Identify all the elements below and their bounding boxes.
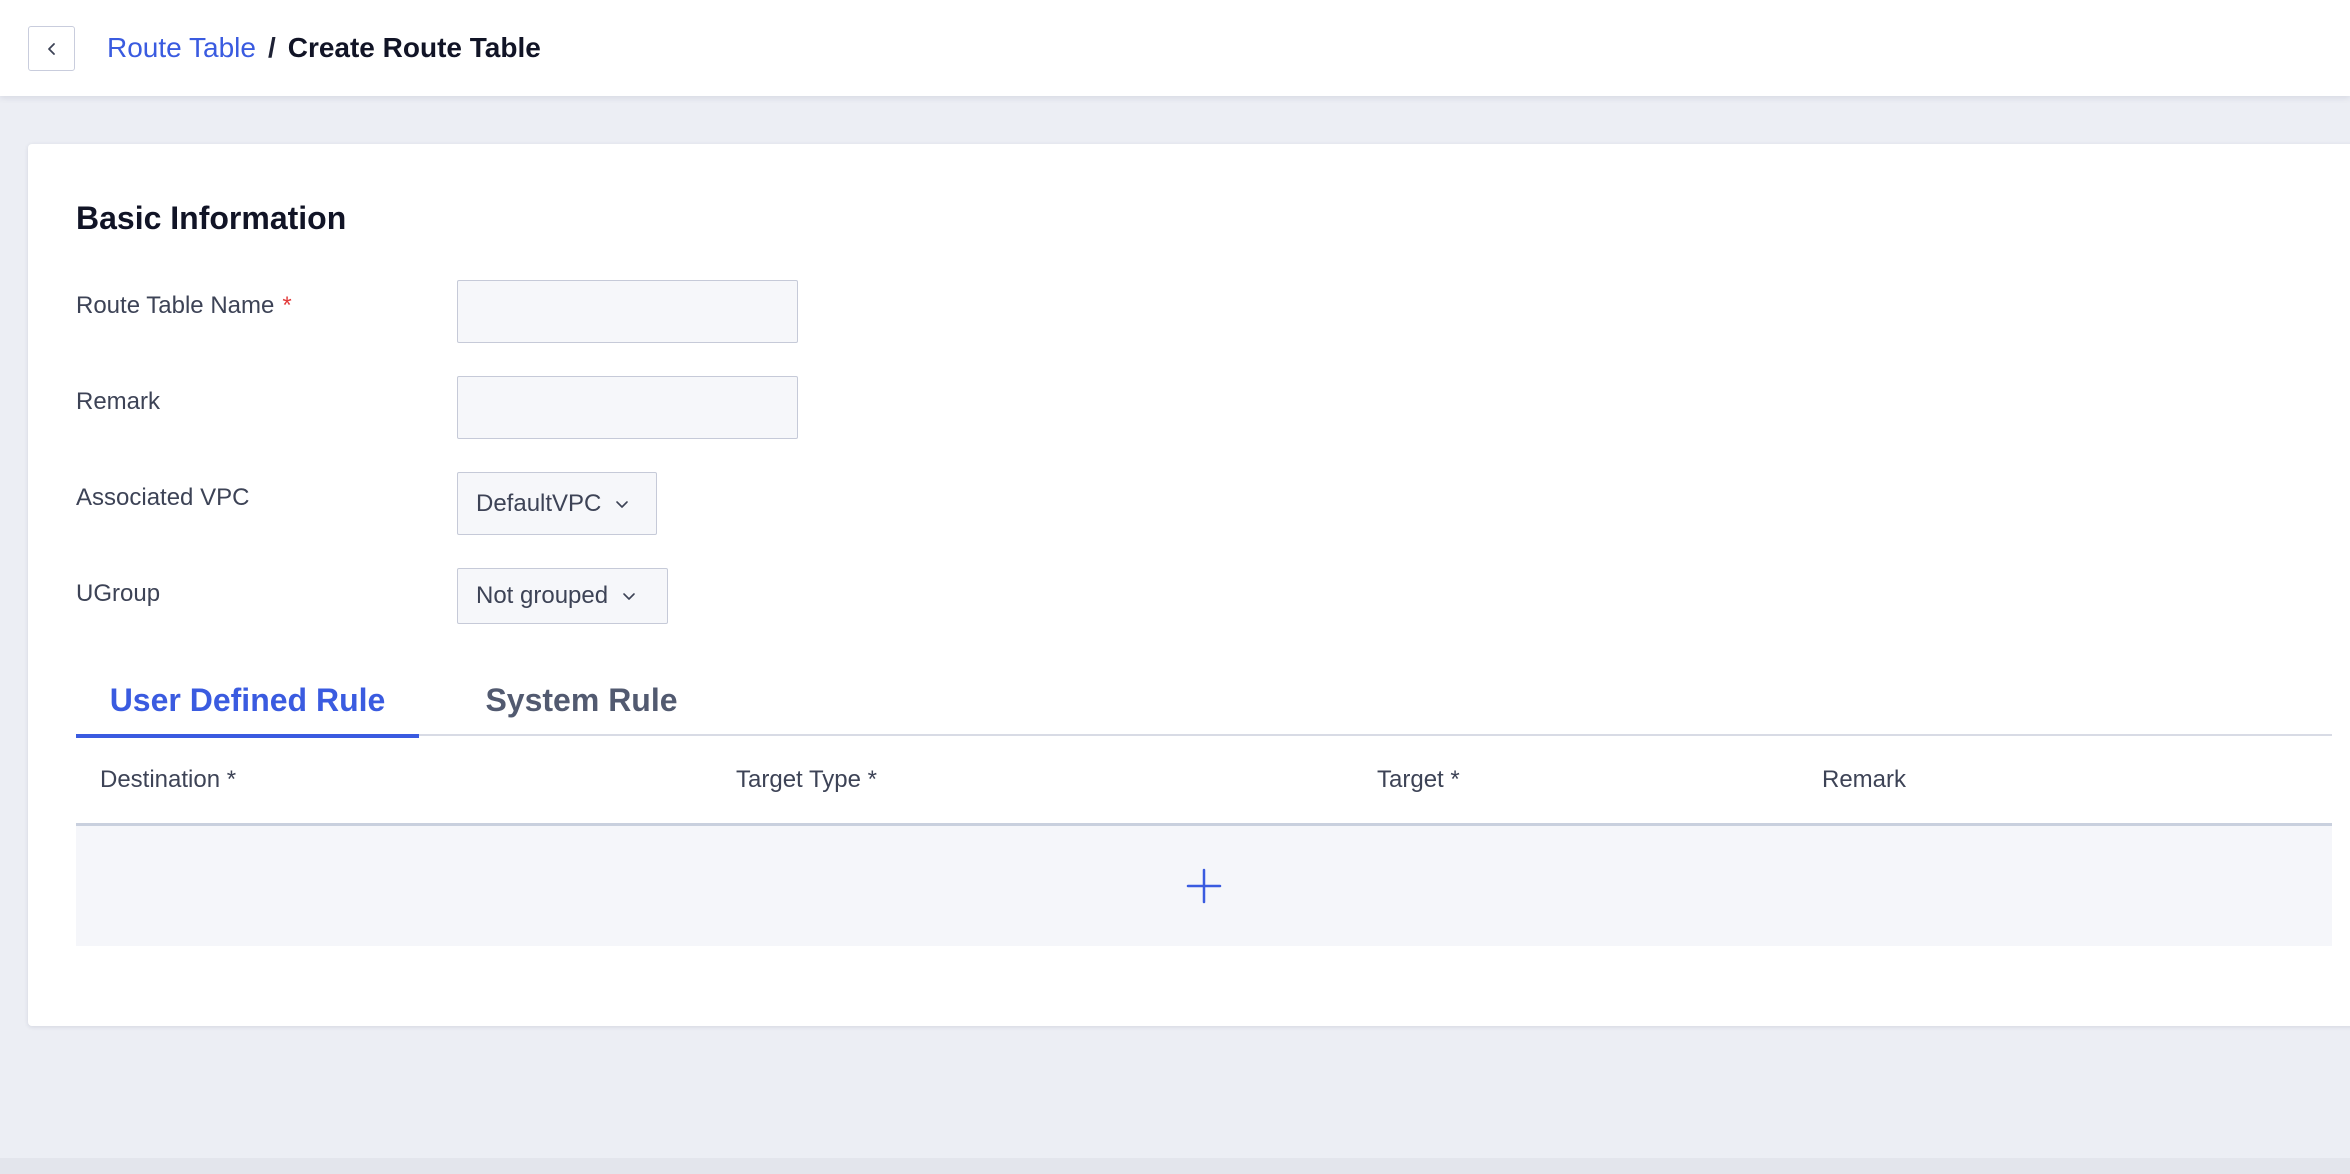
column-destination: Destination * (100, 766, 237, 793)
route-table-name-label: Route Table Name * (76, 292, 292, 320)
add-rule-button[interactable] (76, 826, 2332, 946)
associated-vpc-label: Associated VPC (76, 484, 250, 511)
chevron-left-icon (47, 42, 55, 55)
column-target: Target * (1377, 766, 1460, 793)
ugroup-value: Not grouped (476, 582, 609, 609)
associated-vpc-value: DefaultVPC (476, 489, 602, 517)
section-title-basic-information: Basic Information (76, 200, 347, 236)
page-title: Create Route Table (287, 32, 541, 63)
remark-label: Remark (76, 388, 161, 415)
page-footer-strip (0, 1158, 2350, 1174)
top-bar: Route Table / Create Route Table (0, 0, 2350, 96)
rule-tabs: User Defined Rule System Rule (76, 664, 2332, 738)
chevron-down-icon (615, 499, 629, 509)
column-remark: Remark (1822, 766, 1907, 793)
associated-vpc-select[interactable]: DefaultVPC (457, 472, 657, 535)
ugroup-select[interactable]: Not grouped (457, 568, 668, 624)
form-card: Basic Information Route Table Name * Rema… (28, 144, 2350, 1026)
column-target-type: Target Type * (736, 766, 877, 793)
breadcrumb-separator: / (267, 32, 276, 63)
rules-table-header: Destination * Target Type * Target * Rem… (76, 736, 2332, 826)
tab-system-rule[interactable]: System Rule (459, 664, 704, 736)
chevron-down-icon (622, 591, 636, 601)
ugroup-label: UGroup (76, 580, 161, 607)
breadcrumb: Route Table / Create Route Table (107, 30, 541, 66)
tab-user-defined-rule[interactable]: User Defined Rule (76, 664, 419, 738)
plus-icon (1186, 868, 1222, 904)
breadcrumb-route-table-link[interactable]: Route Table (107, 30, 256, 66)
route-table-name-label-text: Route Table Name (76, 292, 275, 319)
back-button[interactable] (28, 26, 75, 71)
required-mark: * (282, 292, 292, 319)
route-table-name-input[interactable] (457, 280, 798, 343)
remark-input[interactable] (457, 376, 798, 439)
